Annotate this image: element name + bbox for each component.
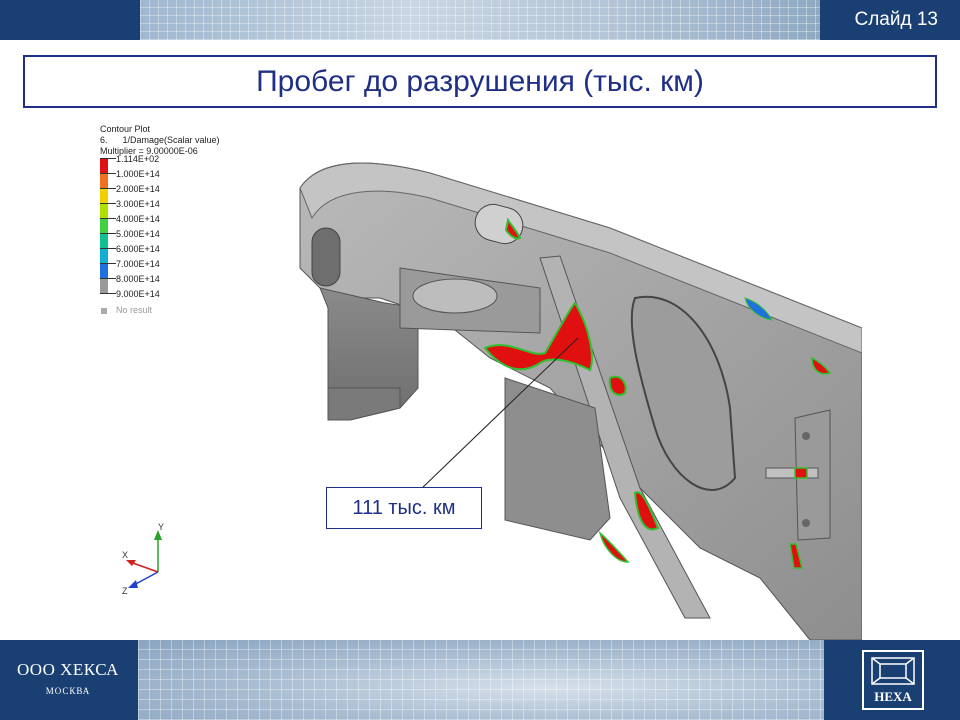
slide-number: Слайд 13 (854, 9, 939, 30)
legend-tick (100, 263, 116, 264)
legend-level-label: 1.114E+02 (116, 154, 160, 164)
company-name: ООО ХЕКСА (17, 660, 119, 679)
fe-model-image (299, 162, 862, 640)
axis-z-label: Z (122, 586, 128, 596)
legend-level-label: 2.000E+14 (116, 184, 160, 194)
logo-text: HEXA (864, 689, 922, 705)
legend-result-type: 6. 1/Damage(Scalar value) (100, 135, 220, 145)
legend-swatch (100, 174, 108, 189)
legend-tick (100, 158, 116, 159)
callout-text: 111 тыс. км (352, 496, 456, 519)
legend-tick (100, 233, 116, 234)
legend-level-label: 8.000E+14 (116, 274, 160, 284)
legend-swatch (100, 219, 108, 234)
legend-scale: 1.114E+02 1.000E+14 2.000E+14 3.000E+14 4.00… (100, 154, 220, 309)
no-result-label: No result (116, 305, 153, 315)
contour-legend: Contour Plot 6. 1/Damage(Scalar value) M… (100, 124, 220, 320)
axis-y-label: Y (158, 522, 164, 532)
legend-level-label: 3.000E+14 (116, 199, 160, 209)
legend-no-result: No result (100, 305, 220, 316)
header-mesh-image (140, 0, 820, 40)
axis-x-label: X (122, 550, 128, 560)
legend-level-label: 1.000E+14 (116, 169, 160, 179)
legend-swatch (100, 159, 108, 174)
legend-swatch (100, 204, 108, 219)
legend-level-label: 4.000E+14 (116, 214, 160, 224)
legend-title: Contour Plot (100, 124, 151, 134)
legend-tick (100, 203, 116, 204)
legend-tick (100, 218, 116, 219)
footer-band (0, 640, 960, 720)
header-band: Слайд 13 (0, 0, 960, 40)
legend-level-label: 6.000E+14 (116, 244, 160, 254)
no-result-swatch (101, 308, 107, 314)
hexa-logo: HEXA (862, 650, 924, 710)
legend-swatch (100, 189, 108, 204)
legend-tick (100, 188, 116, 189)
legend-swatch (100, 249, 108, 264)
legend-swatch (100, 279, 108, 294)
legend-tick (100, 173, 116, 174)
slide-title: Пробег до разрушения (тыс. км) (256, 64, 704, 98)
legend-tick (100, 293, 116, 294)
legend-swatch (100, 264, 108, 279)
legend-level-label: 7.000E+14 (116, 259, 160, 269)
legend-level-label: 9.000E+14 (116, 289, 160, 299)
callout-box: 111 тыс. км (326, 487, 482, 529)
footer-mesh-image (138, 640, 824, 720)
legend-swatch (100, 234, 108, 249)
title-box: Пробег до разрушения (тыс. км) (23, 55, 937, 108)
legend-tick (100, 278, 116, 279)
axis-triad: Y X Z (122, 522, 164, 596)
company-city: МОСКВА (45, 686, 91, 696)
legend-level-label: 5.000E+14 (116, 229, 160, 239)
legend-tick (100, 248, 116, 249)
